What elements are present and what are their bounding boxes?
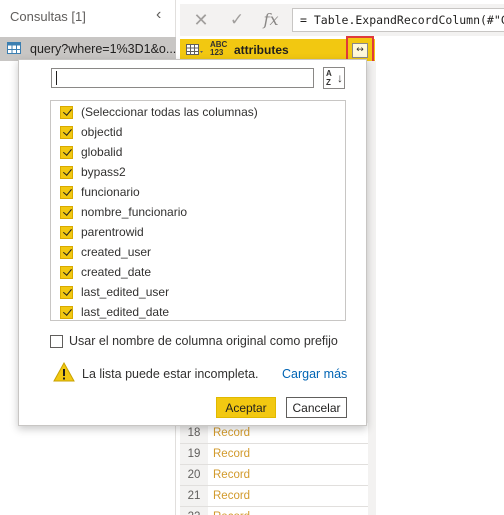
column-label: last_edited_date <box>81 305 170 319</box>
record-link[interactable]: Record <box>213 465 250 485</box>
column-label: last_edited_user <box>81 285 170 299</box>
column-label: objectid <box>81 125 123 139</box>
column-type-badge[interactable]: ABC 123 <box>210 41 227 57</box>
formula-input[interactable]: = Table.ExpandRecordColumn(#"C <box>292 8 504 32</box>
formula-bar: ✕ ✓ fx = Table.ExpandRecordColumn(#"C <box>180 4 504 36</box>
table-row: 20 Record <box>180 465 368 486</box>
fx-icon[interactable]: fx <box>258 8 284 32</box>
close-icon[interactable]: ✕ <box>188 8 214 32</box>
column-label: created_user <box>81 245 152 259</box>
sort-button[interactable]: AZ ↓ <box>323 67 345 89</box>
load-more-link[interactable]: Cargar más <box>282 367 347 381</box>
record-link[interactable]: Record <box>213 486 250 506</box>
warning-text: La lista puede estar incompleta. <box>82 367 259 381</box>
list-item[interactable]: last_edited_date <box>60 303 169 321</box>
prefix-label: Usar el nombre de columna original como … <box>69 334 338 348</box>
query-item[interactable]: query?where=1%3D1&o... <box>0 37 176 61</box>
checkbox[interactable] <box>60 165 73 179</box>
checkbox[interactable] <box>60 225 73 239</box>
record-link[interactable]: Record <box>213 423 250 443</box>
list-item[interactable]: created_date <box>60 263 151 281</box>
table-selector-icon[interactable] <box>186 44 204 59</box>
column-label: funcionario <box>81 185 140 199</box>
row-number: 20 <box>180 465 208 485</box>
sort-az-icon: AZ <box>326 69 332 87</box>
checkbox[interactable] <box>60 125 73 139</box>
checkbox[interactable] <box>60 145 73 159</box>
column-label: parentrowid <box>81 225 144 239</box>
record-link[interactable]: Record <box>213 444 250 464</box>
column-type-bottom: 123 <box>210 48 224 57</box>
list-item[interactable]: created_user <box>60 243 151 261</box>
prefix-checkbox[interactable] <box>50 334 63 348</box>
cancel-button[interactable]: Cancelar <box>286 397 347 418</box>
checkbox[interactable] <box>60 105 73 119</box>
list-item-select-all[interactable]: (Seleccionar todas las columnas) <box>60 103 258 121</box>
prefix-option[interactable]: Usar el nombre de columna original como … <box>50 332 338 350</box>
ok-button[interactable]: Aceptar <box>216 397 276 418</box>
list-item[interactable]: globalid <box>60 143 122 161</box>
row-number: 19 <box>180 444 208 464</box>
expand-column-icon: ↔ <box>352 43 368 58</box>
row-number: 21 <box>180 486 208 506</box>
column-label: (Seleccionar todas las columnas) <box>81 105 258 119</box>
checkbox[interactable] <box>60 245 73 259</box>
warning-icon <box>53 361 75 385</box>
row-number: 18 <box>180 423 208 443</box>
list-item[interactable]: bypass2 <box>60 163 126 181</box>
column-label: globalid <box>81 145 123 159</box>
checkbox[interactable] <box>60 285 73 299</box>
table-row: 22 Record <box>180 507 368 515</box>
checkbox[interactable] <box>60 205 73 219</box>
list-item[interactable]: funcionario <box>60 183 140 201</box>
query-label: query?where=1%3D1&o... <box>30 42 177 56</box>
check-icon[interactable]: ✓ <box>224 8 250 32</box>
checkbox[interactable] <box>60 265 73 279</box>
column-label: nombre_funcionario <box>81 205 188 219</box>
list-item[interactable]: last_edited_user <box>60 283 169 301</box>
column-label: bypass2 <box>81 165 126 179</box>
text-caret <box>56 71 57 85</box>
record-link[interactable]: Record <box>213 507 250 515</box>
expand-column-popup: AZ ↓ (Seleccionar todas las columnas) ob… <box>18 59 367 426</box>
column-list: (Seleccionar todas las columnas) objecti… <box>50 100 346 321</box>
sort-arrow-icon: ↓ <box>337 71 343 85</box>
list-item[interactable]: parentrowid <box>60 223 144 241</box>
chevron-left-icon[interactable]: ‹ <box>156 7 161 23</box>
list-item[interactable]: objectid <box>60 123 122 141</box>
checkbox[interactable] <box>60 185 73 199</box>
table-row: 21 Record <box>180 486 368 507</box>
table-row: 19 Record <box>180 444 368 465</box>
row-number: 22 <box>180 507 208 515</box>
column-label: created_date <box>81 265 152 279</box>
table-icon <box>7 42 21 57</box>
column-name: attributes <box>234 43 289 57</box>
list-item[interactable]: nombre_funcionario <box>60 203 187 221</box>
queries-header: Consultas [1] <box>10 9 86 24</box>
search-input[interactable] <box>51 68 314 88</box>
checkbox[interactable] <box>60 305 73 319</box>
table-row: 18 Record <box>180 423 368 444</box>
